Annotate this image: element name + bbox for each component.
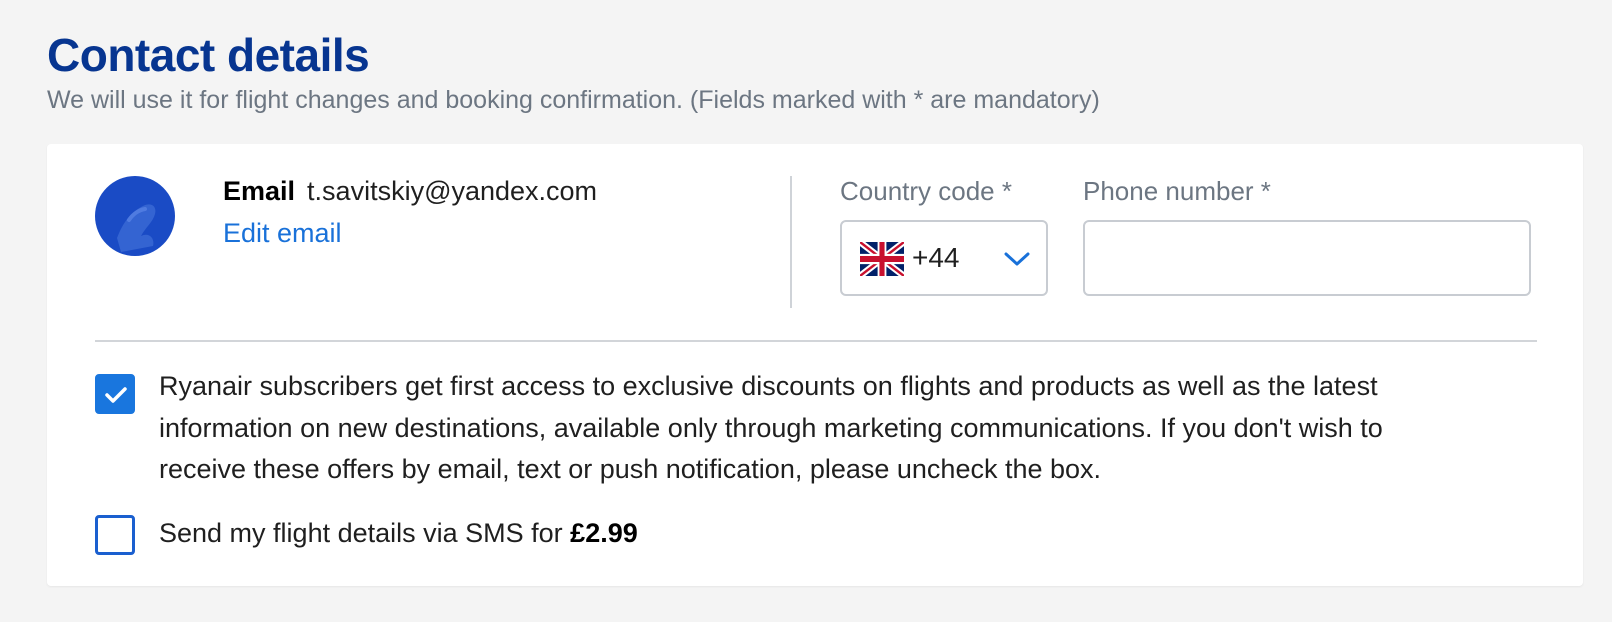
checkmark-icon	[105, 387, 127, 403]
email-value: t.savitskiy@yandex.com	[307, 176, 598, 206]
page-subtitle: We will use it for flight changes and bo…	[47, 86, 1100, 114]
country-code-value: +44	[912, 242, 960, 273]
contact-details-card: Email t.savitskiy@yandex.com Edit email C…	[47, 144, 1583, 586]
email-row: Email t.savitskiy@yandex.com	[223, 176, 597, 207]
country-code-label: Country code *	[840, 176, 1012, 206]
sms-flight-details-text: Send my flight details via SMS for £2.99	[159, 513, 638, 553]
sms-flight-details-checkbox[interactable]	[95, 515, 135, 555]
uk-flag-icon	[860, 242, 904, 276]
page-title: Contact details	[47, 29, 370, 81]
horizontal-divider	[95, 340, 1537, 342]
sms-price: £2.99	[570, 518, 638, 548]
sms-option-label: Send my flight details via SMS for	[159, 518, 571, 548]
marketing-opt-in-checkbox[interactable]	[95, 374, 135, 414]
chevron-down-icon	[1004, 252, 1030, 266]
edit-email-link[interactable]: Edit email	[223, 218, 342, 249]
phone-number-input[interactable]	[1083, 220, 1531, 296]
phone-number-label: Phone number *	[1083, 176, 1271, 206]
marketing-opt-in-text: Ryanair subscribers get first access to …	[159, 371, 1383, 484]
email-label: Email	[223, 176, 296, 206]
vertical-divider	[790, 176, 792, 308]
ryanair-harp-logo-icon	[95, 176, 175, 256]
country-code-select[interactable]: +44	[840, 220, 1048, 296]
